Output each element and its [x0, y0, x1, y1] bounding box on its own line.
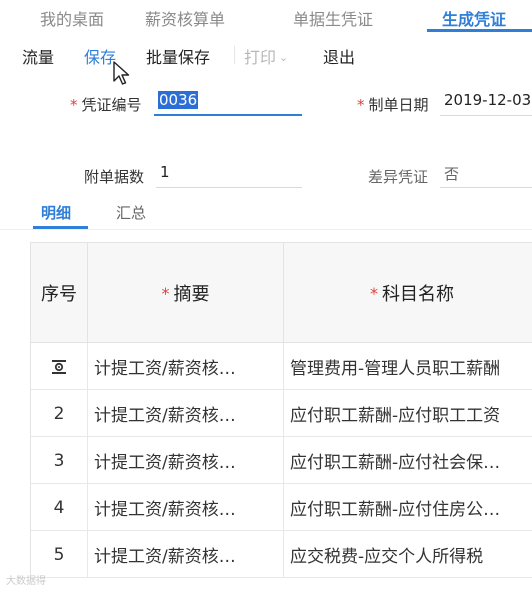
chevron-down-icon: ⌄ — [279, 51, 289, 64]
header-account-text: 科目名称 — [382, 284, 454, 305]
top-tab-bar: 我的桌面 薪资核算单 单据生凭证 生成凭证 — [0, 0, 532, 34]
header-seq: 序号 — [30, 243, 88, 343]
date-label: * 制单日期 — [357, 94, 429, 115]
diff-voucher-value: 否 — [444, 165, 460, 183]
row-summary-cell[interactable]: 计提工资/薪资核… — [88, 484, 284, 531]
required-mark: * — [370, 283, 378, 303]
table-row[interactable]: 4 计提工资/薪资核… 应付职工薪酬-应付住房公… — [30, 484, 532, 531]
header-summary-text: 摘要 — [173, 284, 210, 305]
row-summary-cell[interactable]: 计提工资/薪资核… — [88, 343, 284, 390]
tab-my-desktop[interactable]: 我的桌面 — [40, 6, 104, 30]
required-mark: * — [357, 96, 365, 114]
required-mark: * — [161, 283, 170, 303]
subtab-detail[interactable]: 明细 — [41, 202, 71, 223]
active-tab-indicator — [427, 29, 532, 32]
date-label-text: 制单日期 — [368, 96, 429, 114]
tab-doc-to-voucher[interactable]: 单据生凭证 — [293, 6, 373, 30]
row-account-cell[interactable]: 应付职工薪酬-应付职工工资 — [284, 390, 532, 437]
exit-button[interactable]: 退出 — [323, 44, 355, 68]
row-seq-cell: 3 — [30, 437, 88, 484]
flow-button[interactable]: 流量 — [22, 44, 54, 68]
diff-voucher-field[interactable]: 否 — [440, 160, 532, 188]
table-row[interactable]: 2 计提工资/薪资核… 应付职工薪酬-应付职工工资 — [30, 390, 532, 437]
row-account-cell[interactable]: 应付职工薪酬-应付住房公… — [284, 484, 532, 531]
row-seq-cell: 5 — [30, 531, 88, 578]
watermark: 大数据得 — [6, 576, 46, 587]
row-settings-icon[interactable] — [50, 358, 68, 376]
tab-generate-voucher[interactable]: 生成凭证 — [442, 6, 506, 30]
table-row[interactable]: 5 计提工资/薪资核… 应交税费-应交个人所得税 — [30, 531, 532, 578]
attach-count-field[interactable]: 1 — [156, 160, 302, 188]
voucher-no-field[interactable]: 0036 — [154, 88, 302, 116]
table-header: 序号 * 摘要 * 科目名称 — [30, 243, 532, 343]
row-summary-cell[interactable]: 计提工资/薪资核… — [88, 437, 284, 484]
voucher-no-label-text: 凭证编号 — [81, 96, 142, 114]
row-account-cell[interactable]: 应付职工薪酬-应付社会保… — [284, 437, 532, 484]
subtab-summary[interactable]: 汇总 — [116, 202, 146, 223]
row-summary-cell[interactable]: 计提工资/薪资核… — [88, 531, 284, 578]
mouse-cursor-icon — [113, 61, 130, 85]
header-account: * 科目名称 — [284, 243, 532, 343]
date-value: 2019-12-03 — [444, 91, 532, 109]
print-button[interactable]: 打印 ⌄ — [244, 44, 288, 68]
voucher-no-label: * 凭证编号 — [70, 94, 142, 115]
row-account-cell[interactable]: 应交税费-应交个人所得税 — [284, 531, 532, 578]
required-mark: * — [70, 96, 78, 114]
batch-save-button[interactable]: 批量保存 — [146, 44, 210, 68]
table-row[interactable]: 3 计提工资/薪资核… 应付职工薪酬-应付社会保… — [30, 437, 532, 484]
row-summary-cell[interactable]: 计提工资/薪资核… — [88, 390, 284, 437]
row-seq-cell: 4 — [30, 484, 88, 531]
active-subtab-indicator — [33, 226, 88, 229]
date-field[interactable]: 2019-12-03 — [440, 88, 532, 116]
toolbar: 流量 保存 批量保存 打印 ⌄ 退出 — [0, 34, 532, 74]
header-summary: * 摘要 — [88, 243, 284, 343]
attach-count-value: 1 — [160, 163, 170, 181]
attach-count-label: 附单据数 — [84, 168, 145, 186]
row-action-cell[interactable] — [30, 343, 88, 390]
voucher-entries-table: 序号 * 摘要 * 科目名称 计提工资/薪资核… 管理费用-管理人员职工薪酬 2 计… — [30, 242, 532, 578]
row-seq-cell: 2 — [30, 390, 88, 437]
subtab-divider — [0, 229, 532, 230]
toolbar-divider — [234, 46, 235, 64]
table-row[interactable]: 计提工资/薪资核… 管理费用-管理人员职工薪酬 — [30, 343, 532, 390]
diff-voucher-label: 差异凭证 — [368, 168, 429, 186]
row-account-cell[interactable]: 管理费用-管理人员职工薪酬 — [284, 343, 532, 390]
tab-salary-calc[interactable]: 薪资核算单 — [145, 6, 225, 30]
voucher-no-value: 0036 — [158, 91, 199, 109]
print-label: 打印 — [244, 48, 277, 67]
